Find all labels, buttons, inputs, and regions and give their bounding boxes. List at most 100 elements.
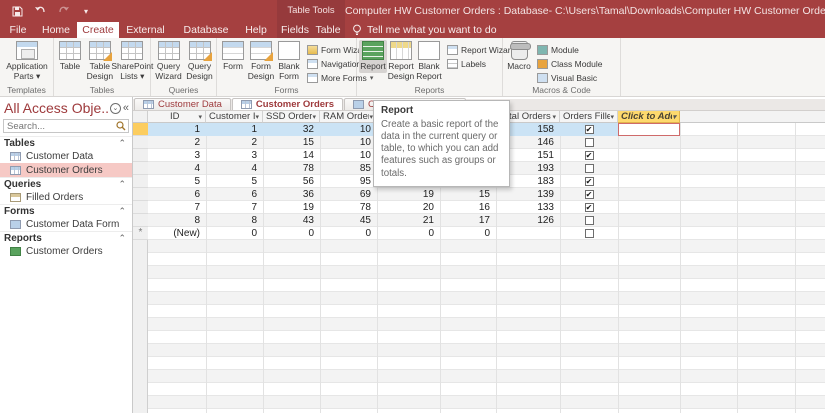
cell-customer_id[interactable]: 1 [206,123,263,136]
cell-c5[interactable]: 0 [377,227,440,240]
checkbox-checked[interactable]: ✔ [585,151,594,160]
cell-c5[interactable]: 21 [377,214,440,227]
record-selector[interactable] [133,123,148,136]
cell-ssd[interactable]: 43 [263,214,320,227]
nav-item-customer-data-form[interactable]: Customer Data Form [0,217,132,231]
cell-ssd[interactable]: 78 [263,162,320,175]
macro-button[interactable]: Macro [505,40,533,73]
cell-customer_id[interactable]: 7 [206,201,263,214]
column-header-ssd-ordered[interactable]: SSD Ordered▾ [263,111,320,123]
form-design-button[interactable]: Form Design [247,40,275,82]
cell-ram[interactable]: 95 [320,175,377,188]
record-selector[interactable]: * [133,227,148,240]
cell-orders-filled[interactable] [560,214,618,227]
select-all-corner[interactable] [133,111,148,123]
cell-orders-filled[interactable] [560,162,618,175]
cell-ram[interactable]: 69 [320,188,377,201]
shutter-bar-close-icon[interactable]: « [123,102,129,114]
cell-id[interactable]: 6 [148,188,206,201]
record-selector[interactable] [133,136,148,149]
cell-ram[interactable]: 85 [320,162,377,175]
tab-home[interactable]: Home [36,22,76,38]
query-design-button[interactable]: Query Design [184,40,215,82]
checkbox-checked[interactable]: ✔ [585,203,594,212]
table-button[interactable]: Table [56,40,84,73]
cell-total[interactable] [496,227,560,240]
record-selector[interactable] [133,201,148,214]
cell-customer_id[interactable]: 0 [206,227,263,240]
column-header-ram-ordered[interactable]: RAM Ordered▾ [320,111,377,123]
cell-ssd[interactable]: 32 [263,123,320,136]
search-icon[interactable] [116,121,126,131]
tab-help[interactable]: Help [242,22,270,38]
nav-section-forms[interactable]: Forms⌃ [0,204,132,217]
cell-total[interactable]: 133 [496,201,560,214]
sharepoint-lists-button[interactable]: SharePoint Lists ▾ [116,40,149,82]
cell-id[interactable]: 4 [148,162,206,175]
cell-orders-filled[interactable]: ✔ [560,188,618,201]
record-selector[interactable] [133,175,148,188]
nav-section-queries[interactable]: Queries⌃ [0,177,132,190]
redo-icon[interactable] [56,4,70,18]
record-selector[interactable] [133,214,148,227]
customize-qat-icon[interactable]: ▾ [79,4,93,18]
cell-ram[interactable]: 45 [320,214,377,227]
tab-fields[interactable]: Fields [279,22,311,38]
cell-id[interactable]: (New) [148,227,206,240]
cell-orders-filled[interactable] [560,136,618,149]
query-wizard-button[interactable]: Query Wizard [153,40,184,82]
column-header-id[interactable]: ID▾ [148,111,206,123]
doc-tab-customer-data[interactable]: Customer Data [134,98,231,110]
tab-create[interactable]: Create [77,22,119,38]
cell-orders-filled[interactable]: ✔ [560,175,618,188]
cell-orders-filled[interactable]: ✔ [560,201,618,214]
checkbox-checked[interactable]: ✔ [585,190,594,199]
cell-c6[interactable]: 17 [440,214,496,227]
undo-icon[interactable] [33,4,47,18]
cell-customer_id[interactable]: 2 [206,136,263,149]
cell-ram[interactable]: 10 [320,149,377,162]
column-header-click-to-add[interactable]: Click to Add▾ [618,111,680,123]
cell-customer_id[interactable]: 5 [206,175,263,188]
checkbox-unchecked[interactable] [585,229,594,238]
cell-customer_id[interactable]: 8 [206,214,263,227]
blank-form-button[interactable]: Blank Form [275,40,303,82]
cell-orders-filled[interactable]: ✔ [560,123,618,136]
cell-total[interactable]: 139 [496,188,560,201]
report-button[interactable]: Report [359,40,387,73]
cell-ssd[interactable]: 0 [263,227,320,240]
save-icon[interactable] [10,4,24,18]
cell-customer_id[interactable]: 6 [206,188,263,201]
cell-ssd[interactable]: 14 [263,149,320,162]
blank-report-button[interactable]: Blank Report [415,40,443,82]
cell-c5[interactable]: 20 [377,201,440,214]
cell-c6[interactable]: 16 [440,201,496,214]
cell-orders-filled[interactable] [560,227,618,240]
application-parts-button[interactable]: Application Parts ▾ [2,40,52,82]
checkbox-unchecked[interactable] [585,138,594,147]
tab-file[interactable]: File [4,22,32,38]
cell-id[interactable]: 5 [148,175,206,188]
tab-table[interactable]: Table [313,22,343,38]
cell-ram[interactable]: 0 [320,227,377,240]
cell-ram[interactable]: 10 [320,123,377,136]
cell-total[interactable]: 126 [496,214,560,227]
cell-id[interactable]: 2 [148,136,206,149]
cell-ssd[interactable]: 56 [263,175,320,188]
nav-section-tables[interactable]: Tables⌃ [0,136,132,149]
checkbox-checked[interactable]: ✔ [585,125,594,134]
report-design-button[interactable]: Report Design [387,40,415,82]
nav-item-customer-orders[interactable]: Customer Orders [0,163,132,177]
cell-c5[interactable]: 19 [377,188,440,201]
record-selector[interactable] [133,162,148,175]
new-field-cell[interactable] [618,123,680,136]
class-module-button[interactable]: Class Module [537,57,603,70]
module-button[interactable]: Module [537,43,603,56]
cell-orders-filled[interactable]: ✔ [560,149,618,162]
cell-id[interactable]: 3 [148,149,206,162]
visual-basic-button[interactable]: Visual Basic [537,71,603,84]
search-input[interactable] [4,121,116,132]
cell-id[interactable]: 8 [148,214,206,227]
tell-me-box[interactable]: Tell me what you want to do [352,22,497,38]
cell-customer_id[interactable]: 4 [206,162,263,175]
